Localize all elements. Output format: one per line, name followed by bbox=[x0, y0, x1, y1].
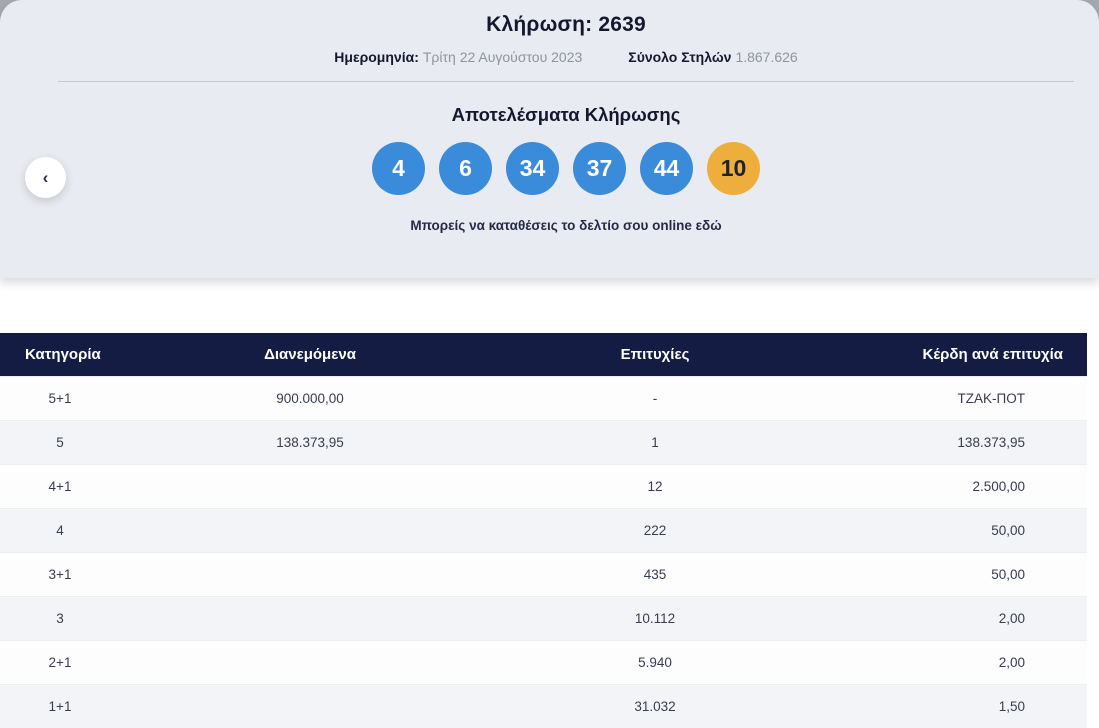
cell-category: 3 bbox=[56, 610, 64, 626]
cell-distributed: 138.373,95 bbox=[276, 434, 344, 450]
date-label: Ημερομηνία: bbox=[334, 49, 419, 65]
cell-prize: 50,00 bbox=[991, 566, 1025, 582]
cta-text: Μπορείς να καταθέσεις το δελτίο σου onli… bbox=[410, 218, 692, 233]
table-row: 4 222 50,00 bbox=[0, 508, 1087, 552]
prizes-table-body: 5+1 900.000,00 - ΤΖΑΚ-ΠΟΤ 5 138.373,95 1 138.37… bbox=[0, 376, 1087, 728]
cell-category: 3+1 bbox=[48, 566, 72, 582]
prizes-table: Κατηγορία Διανεμόμενα Επιτυχίες Κέρδη ανά ε… bbox=[0, 333, 1087, 728]
column-header: Διανεμόμενα bbox=[120, 333, 500, 376]
total-columns: Σύνολο Στηλών 1.867.626 bbox=[628, 49, 797, 65]
prizes-table-container: Κατηγορία Διανεμόμενα Επιτυχίες Κέρδη ανά ε… bbox=[0, 333, 1087, 728]
cell-category: 4+1 bbox=[48, 478, 72, 494]
card-content: Κλήρωση: 2639 Ημερομηνία: Τρίτη 22 Αυγούσ… bbox=[0, 0, 1099, 233]
cell-winners: 1 bbox=[651, 434, 659, 450]
results-heading: Αποτελέσματα Κλήρωσης bbox=[451, 104, 681, 125]
column-header: Κέρδη ανά επιτυχία bbox=[810, 333, 1087, 376]
table-row: 1+1 31.032 1,50 bbox=[0, 684, 1087, 728]
cell-distributed bbox=[120, 464, 500, 508]
cell-category: 5+1 bbox=[48, 390, 72, 406]
table-row: 2+1 5.940 2,00 bbox=[0, 640, 1087, 684]
table-row: 5 138.373,95 1 138.373,95 bbox=[0, 420, 1087, 464]
cell-distributed bbox=[120, 596, 500, 640]
cell-winners: 5.940 bbox=[638, 654, 672, 670]
cell-distributed bbox=[120, 640, 500, 684]
cell-category: 2+1 bbox=[48, 654, 72, 670]
cell-prize: 2.500,00 bbox=[972, 478, 1025, 494]
cell-distributed bbox=[120, 552, 500, 596]
joker-number-ball: 10 bbox=[707, 142, 760, 195]
date-value: Τρίτη 22 Αυγούστου 2023 bbox=[422, 49, 583, 65]
draw-meta-row: Ημερομηνία: Τρίτη 22 Αυγούστου 2023 Σύνολ… bbox=[33, 49, 1099, 65]
prizes-table-header: Κατηγορία Διανεμόμενα Επιτυχίες Κέρδη ανά ε… bbox=[0, 333, 1087, 376]
draw-summary-card: Κλήρωση: 2639 Ημερομηνία: Τρίτη 22 Αυγούσ… bbox=[0, 0, 1099, 278]
column-header: Επιτυχίες bbox=[500, 333, 810, 376]
table-row: 3+1 435 50,00 bbox=[0, 552, 1087, 596]
cell-prize: 138.373,95 bbox=[957, 434, 1025, 450]
table-row: 5+1 900.000,00 - ΤΖΑΚ-ΠΟΤ bbox=[0, 376, 1087, 420]
winning-number-ball: 37 bbox=[573, 142, 626, 195]
cell-winners: 31.032 bbox=[634, 698, 676, 714]
cell-distributed: 900.000,00 bbox=[276, 390, 344, 406]
chevron-left-icon: ‹ bbox=[42, 168, 49, 187]
cell-winners: 12 bbox=[647, 478, 663, 494]
winning-number-ball: 6 bbox=[439, 142, 492, 195]
total-columns-value: 1.867.626 bbox=[735, 49, 798, 65]
table-row: 3 10.112 2,00 bbox=[0, 596, 1087, 640]
draw-date: Ημερομηνία: Τρίτη 22 Αυγούστου 2023 bbox=[334, 49, 582, 65]
total-columns-label: Σύνολο Στηλών bbox=[628, 49, 732, 65]
cell-prize: 1,50 bbox=[998, 698, 1025, 714]
winning-number-ball: 4 bbox=[372, 142, 425, 195]
submit-online-link[interactable]: εδώ bbox=[696, 218, 722, 233]
cell-distributed bbox=[120, 508, 500, 552]
cell-category: 5 bbox=[56, 434, 64, 450]
cell-category: 4 bbox=[56, 522, 64, 538]
header-row: Κατηγορία Διανεμόμενα Επιτυχίες Κέρδη ανά ε… bbox=[0, 333, 1087, 376]
winning-numbers: 4 6 34 37 44 10 bbox=[33, 142, 1099, 195]
cell-winners: 10.112 bbox=[634, 610, 676, 626]
cell-prize: ΤΖΑΚ-ΠΟΤ bbox=[957, 390, 1026, 406]
cell-category: 1+1 bbox=[48, 698, 72, 714]
cell-winners: - bbox=[652, 390, 658, 406]
table-row: 4+1 12 2.500,00 bbox=[0, 464, 1087, 508]
cell-winners: 222 bbox=[643, 522, 667, 538]
winning-number-ball: 34 bbox=[506, 142, 559, 195]
cell-prize: 50,00 bbox=[991, 522, 1025, 538]
column-header: Κατηγορία bbox=[0, 333, 120, 376]
cell-distributed bbox=[120, 684, 500, 728]
card-divider bbox=[58, 81, 1074, 82]
cell-prize: 2,00 bbox=[998, 654, 1025, 670]
draw-title: Κλήρωση: 2639 bbox=[486, 13, 646, 36]
submit-online-text: Μπορείς να καταθέσεις το δελτίο σου onli… bbox=[33, 218, 1099, 233]
winning-number-ball: 44 bbox=[640, 142, 693, 195]
cell-winners: 435 bbox=[643, 566, 667, 582]
cell-prize: 2,00 bbox=[998, 610, 1025, 626]
previous-draw-button[interactable]: ‹ bbox=[25, 157, 66, 198]
